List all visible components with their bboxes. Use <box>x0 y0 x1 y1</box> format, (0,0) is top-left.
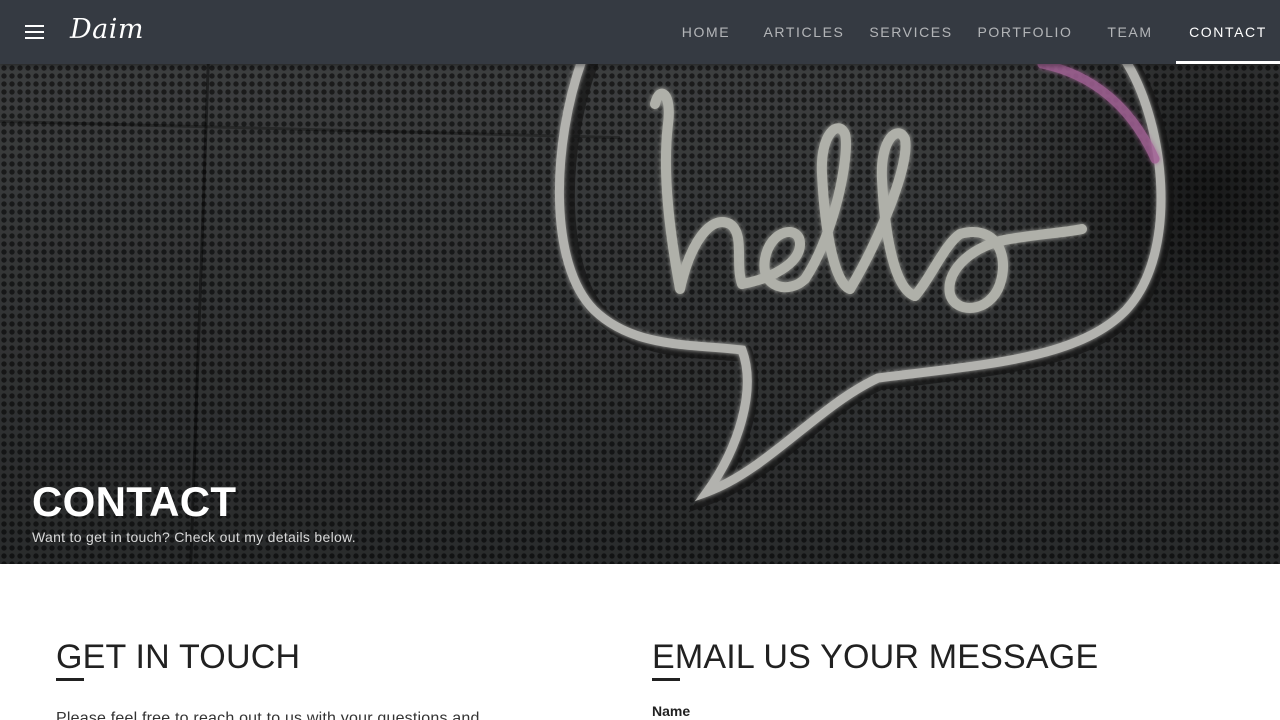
site-logo[interactable]: Daim <box>70 10 144 50</box>
get-in-touch-heading: GET IN TOUCH <box>56 638 301 676</box>
name-field-label: Name <box>652 703 691 719</box>
nav-services[interactable]: SERVICES <box>856 0 966 64</box>
email-form-heading: EMAIL US YOUR MESSAGE <box>652 638 1099 676</box>
main-nav: HOME ARTICLES SERVICES PORTFOLIO TEAM CO… <box>660 0 1280 64</box>
hero-banner: CONTACT Want to get in touch? Check out … <box>0 64 1280 564</box>
page-subtitle: Want to get in touch? Check out my detai… <box>32 529 356 545</box>
get-in-touch-section: GET IN TOUCH Please feel free to reach o… <box>56 636 556 720</box>
nav-contact[interactable]: CONTACT <box>1176 0 1280 64</box>
page-title: CONTACT <box>32 478 237 525</box>
menu-icon[interactable] <box>16 14 52 50</box>
top-app-bar: Daim HOME ARTICLES SERVICES PORTFOLIO TE… <box>0 0 1280 64</box>
heading-underline <box>652 678 680 681</box>
email-form-section: EMAIL US YOUR MESSAGE Name <box>652 636 1232 719</box>
nav-team[interactable]: TEAM <box>1084 0 1176 64</box>
nav-articles[interactable]: ARTICLES <box>752 0 856 64</box>
heading-underline <box>56 678 84 681</box>
get-in-touch-text: Please feel free to reach out to us with… <box>56 710 480 720</box>
nav-home[interactable]: HOME <box>660 0 752 64</box>
nav-portfolio[interactable]: PORTFOLIO <box>966 0 1084 64</box>
